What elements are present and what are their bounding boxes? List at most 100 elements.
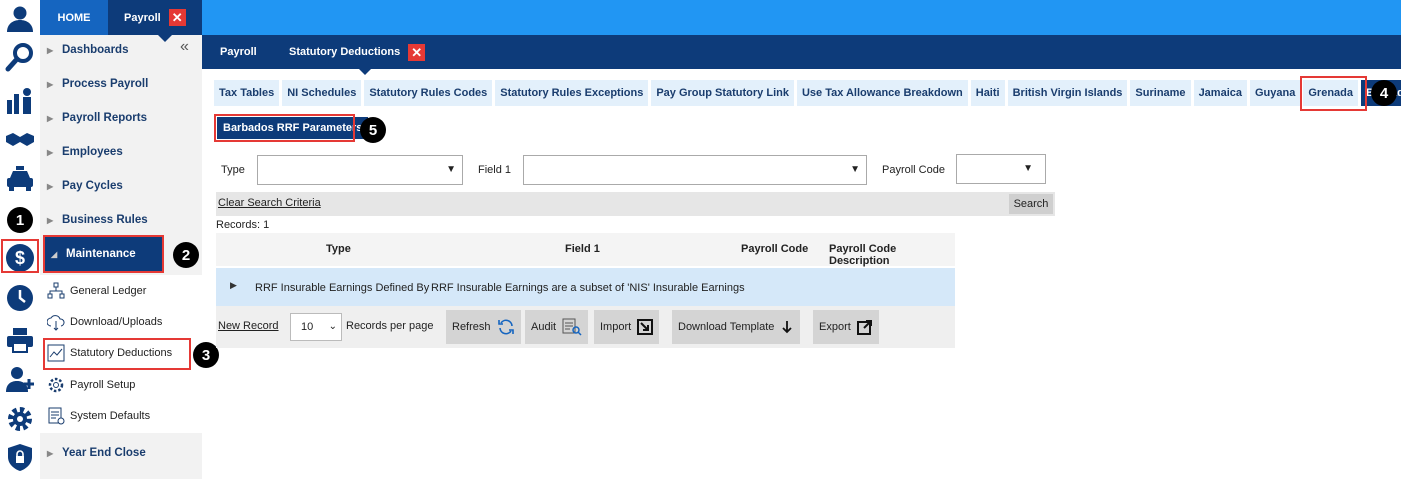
column-header-payroll-code-description[interactable]: Payroll Code Description xyxy=(829,243,955,267)
search-button[interactable]: Search xyxy=(1009,194,1053,214)
shield-lock-icon[interactable] xyxy=(3,440,37,474)
close-icon[interactable]: ✕ xyxy=(168,9,186,26)
tab-jamaica[interactable]: Jamaica xyxy=(1193,80,1247,106)
tab-british-virgin-islands[interactable]: British Virgin Islands xyxy=(1007,80,1128,106)
submenu-download-uploads[interactable]: Download/Uploads xyxy=(46,309,202,335)
import-label: Import xyxy=(600,321,632,333)
records-per-page-value: 10 xyxy=(301,321,314,333)
sidebar-item-label: Business Rules xyxy=(62,214,148,226)
records-count: Records: 1 xyxy=(216,219,270,231)
row-type-cell: RRF Insurable Earnings Defined By xyxy=(255,282,430,294)
tab-pay-group-statutory-link[interactable]: Pay Group Statutory Link xyxy=(651,80,794,106)
submenu-payroll-setup[interactable]: Payroll Setup xyxy=(46,372,202,398)
hierarchy-icon xyxy=(46,281,66,301)
step-badge-4: 4 xyxy=(1371,80,1397,106)
column-header-type[interactable]: Type xyxy=(326,243,351,255)
row-field1-cell: RRF Insurable Earnings are a subset of '… xyxy=(431,282,745,294)
caret-right-icon: ▶ xyxy=(47,448,54,458)
taxi-icon[interactable] xyxy=(3,162,37,196)
export-button[interactable]: Export xyxy=(813,310,879,344)
sidebar-item-employees[interactable]: ▶ Employees xyxy=(40,135,202,169)
sidebar-item-pay-cycles[interactable]: ▶ Pay Cycles xyxy=(40,169,202,203)
table-row[interactable]: ▶ RRF Insurable Earnings Defined By RRF … xyxy=(216,268,955,306)
sidebar-item-label: Year End Close xyxy=(62,447,146,459)
highlight-dollar xyxy=(1,239,39,273)
sidebar-item-label: Dashboards xyxy=(62,44,129,56)
tab-ni-schedules[interactable]: NI Schedules xyxy=(282,80,362,106)
user-icon[interactable] xyxy=(3,2,37,36)
download-arrow-icon xyxy=(782,321,793,334)
column-header-payroll-code[interactable]: Payroll Code xyxy=(741,243,808,255)
tab-payroll[interactable]: Payroll ✕ xyxy=(108,0,202,42)
settings-gear-icon[interactable] xyxy=(3,402,37,436)
caret-right-icon: ▶ xyxy=(47,45,54,55)
submenu-label: Payroll Setup xyxy=(70,379,136,391)
top-tabs: HOME Payroll ✕ xyxy=(40,0,202,42)
tab-use-tax-allowance-breakdown[interactable]: Use Tax Allowance Breakdown xyxy=(796,80,968,106)
user-search-icon[interactable] xyxy=(3,40,37,74)
sidebar-item-label: Payroll Reports xyxy=(62,112,147,124)
field1-select[interactable]: ▼ xyxy=(523,155,867,185)
tab-statutory-rules-exceptions[interactable]: Statutory Rules Exceptions xyxy=(495,80,649,106)
printer-icon[interactable] xyxy=(3,323,37,357)
type-select[interactable]: ▼ xyxy=(257,155,463,185)
main-top-bar xyxy=(202,0,1401,35)
submenu-label: System Defaults xyxy=(70,410,151,422)
submenu-system-defaults[interactable]: System Defaults xyxy=(46,403,202,429)
add-user-icon[interactable] xyxy=(3,362,37,396)
caret-right-icon: ▶ xyxy=(47,113,54,123)
export-icon xyxy=(856,320,872,335)
refresh-icon xyxy=(497,319,514,335)
breadcrumb-statutory-deductions[interactable]: Statutory Deductions ✕ xyxy=(289,35,426,69)
export-label: Export xyxy=(819,321,851,333)
caret-right-icon: ▶ xyxy=(47,147,54,157)
caret-right-icon: ▶ xyxy=(47,181,54,191)
refresh-button[interactable]: Refresh xyxy=(446,310,521,344)
chevron-down-icon: ▼ xyxy=(1023,163,1033,174)
sidebar-item-process-payroll[interactable]: ▶ Process Payroll xyxy=(40,67,202,101)
expand-row-icon[interactable]: ▶ xyxy=(230,280,237,291)
close-icon[interactable]: ✕ xyxy=(408,43,426,61)
records-per-page-select[interactable]: 10 ⌄ xyxy=(290,313,342,341)
payroll-code-filter-label: Payroll Code xyxy=(882,164,945,176)
rule-tabs: Tax Tables NI Schedules Statutory Rules … xyxy=(214,80,1401,106)
column-header-field1[interactable]: Field 1 xyxy=(565,243,600,255)
import-button[interactable]: Import xyxy=(594,310,660,344)
tab-tax-tables[interactable]: Tax Tables xyxy=(214,80,280,106)
new-record-link[interactable]: New Record xyxy=(218,320,279,332)
download-template-label: Download Template xyxy=(678,321,775,333)
sidebar-item-label: Pay Cycles xyxy=(62,180,123,192)
sidebar-item-payroll-reports[interactable]: ▶ Payroll Reports xyxy=(40,101,202,135)
grid-footer: New Record 10 ⌄ Records per page Refresh… xyxy=(216,306,955,348)
audit-icon xyxy=(562,318,582,336)
highlight-statutory-deductions xyxy=(43,338,191,370)
cloud-transfer-icon xyxy=(46,312,66,332)
sidebar-item-dashboards[interactable]: ▶ Dashboards xyxy=(40,33,202,67)
clock-icon[interactable] xyxy=(3,281,37,315)
submenu-general-ledger[interactable]: General Ledger xyxy=(46,278,202,304)
tab-guyana[interactable]: Guyana xyxy=(1250,80,1301,106)
audit-label: Audit xyxy=(531,321,557,333)
tab-suriname[interactable]: Suriname xyxy=(1130,80,1191,106)
clear-search-criteria-link[interactable]: Clear Search Criteria xyxy=(218,197,321,209)
grid-header: Type Field 1 Payroll Code Payroll Code D… xyxy=(216,233,955,267)
sidebar-item-business-rules[interactable]: ▶ Business Rules xyxy=(40,203,202,237)
active-tab-pointer xyxy=(358,68,372,75)
tab-statutory-rules-codes[interactable]: Statutory Rules Codes xyxy=(364,80,493,106)
sidebar-item-year-end-close[interactable]: ▶ Year End Close xyxy=(40,436,202,470)
refresh-label: Refresh xyxy=(452,321,491,333)
handshake-icon[interactable] xyxy=(3,122,37,156)
caret-right-icon: ▶ xyxy=(47,215,54,225)
chevron-down-icon: ⌄ xyxy=(328,321,337,332)
submenu-label: Download/Uploads xyxy=(70,316,163,328)
payroll-code-select[interactable]: ▼ xyxy=(956,154,1046,184)
tab-haiti[interactable]: Haiti xyxy=(970,80,1005,106)
audit-button[interactable]: Audit xyxy=(525,310,589,344)
people-chart-icon[interactable] xyxy=(3,84,37,118)
step-badge-1: 1 xyxy=(7,207,33,233)
highlight-barbados xyxy=(1300,76,1367,111)
caret-right-icon: ▶ xyxy=(47,79,54,89)
download-template-button[interactable]: Download Template xyxy=(672,310,801,344)
tab-home[interactable]: HOME xyxy=(40,0,108,35)
breadcrumb-payroll[interactable]: Payroll xyxy=(220,35,257,69)
